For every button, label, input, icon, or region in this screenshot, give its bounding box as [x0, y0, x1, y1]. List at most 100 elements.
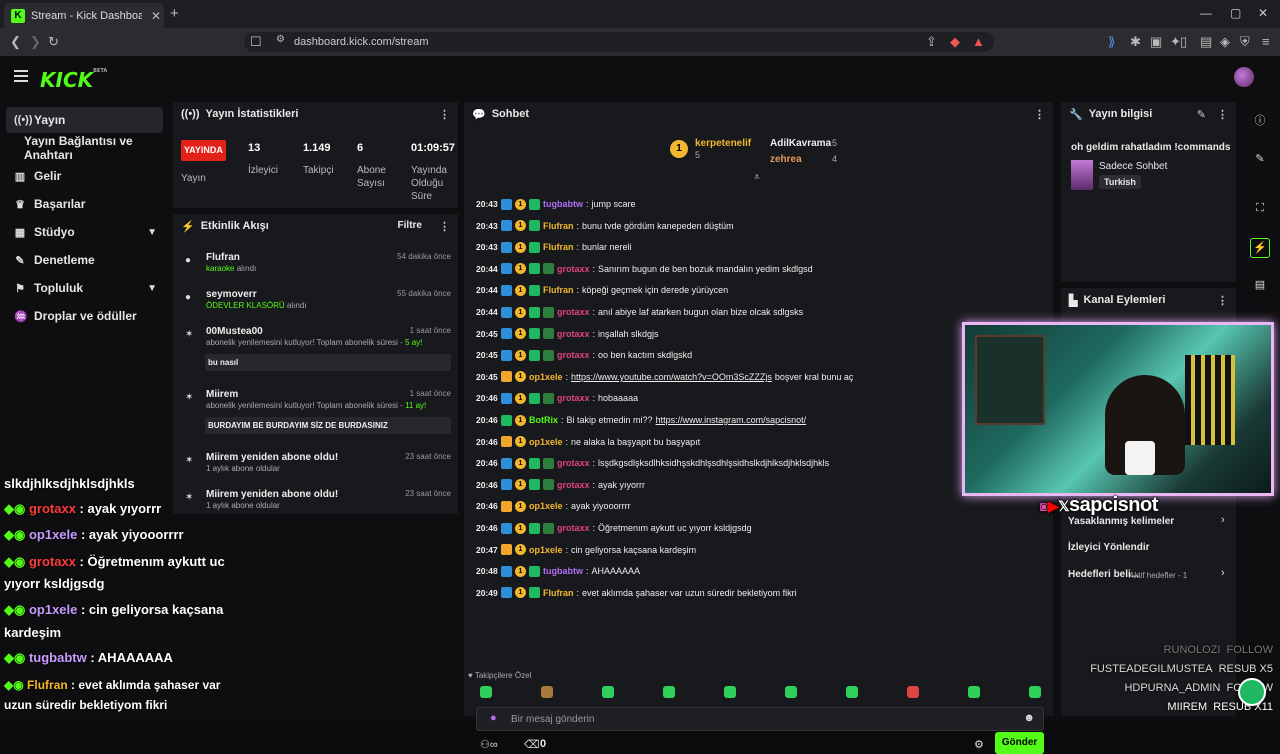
edit-icon[interactable]: ✎	[1197, 108, 1206, 121]
chat-input[interactable]: ● Bir mesaj gönderin ☻	[476, 707, 1044, 731]
window-close-icon[interactable]: ✕	[1258, 6, 1268, 20]
notes-icon[interactable]: ▤	[1250, 278, 1270, 298]
emote-icon[interactable]	[724, 686, 736, 698]
chat-message[interactable]: 20:44 1 Flufran: köpeği geçmek için derede …	[476, 282, 728, 298]
scroll-down-icon[interactable]: ⩡	[754, 172, 760, 183]
extensions-icon[interactable]: ✱	[1130, 34, 1141, 50]
nav-item-moderation[interactable]: ✎ Denetleme	[6, 247, 163, 273]
screenshot-icon[interactable]: ▣	[1150, 34, 1162, 50]
chat-message[interactable]: 20:44 1 grotaxx: anıl abiye laf atarken bug…	[476, 304, 803, 320]
more-options-icon[interactable]: ⋮	[1217, 108, 1228, 121]
chat-message[interactable]: 20:48 1 tugbabtw: AHAAAAAA	[476, 563, 640, 579]
wallet-icon[interactable]: ▤	[1200, 34, 1212, 50]
minimize-icon[interactable]: —	[1200, 6, 1212, 20]
chat-message[interactable]: 20:44 1 grotaxx: Sanırım bugun de ben bozuk…	[476, 261, 813, 277]
chat-message[interactable]: 20:46 1 BotRix: Bi takip etmedin mi?? https…	[476, 412, 806, 428]
url-field[interactable]: dashboard.kick.com/stream	[244, 32, 994, 52]
trash-icon[interactable]: ⌫	[524, 738, 540, 751]
more-options-icon[interactable]: ⋮	[1217, 294, 1228, 307]
shields-icon[interactable]: ⛨	[1240, 34, 1250, 50]
badge-icon	[501, 263, 512, 275]
site-info-icon[interactable]: ⚙	[276, 34, 285, 45]
chat-message[interactable]: 20:43 1 tugbabtw: jump scare	[476, 196, 636, 212]
hamburger-menu-icon[interactable]	[14, 70, 28, 82]
emote-icon[interactable]	[480, 686, 492, 698]
chat-message[interactable]: 20:49 1 Flufran: evet aklımda şahaser var u…	[476, 585, 797, 601]
close-tab-icon[interactable]: ✕	[148, 9, 164, 23]
more-options-icon[interactable]: ⋮	[439, 108, 450, 121]
reload-icon[interactable]: ↻	[48, 34, 59, 50]
nav-item-stream[interactable]: ((•)) Yayın	[6, 107, 163, 133]
more-options-icon[interactable]: ⋮	[439, 220, 450, 233]
emote-icon[interactable]	[663, 686, 675, 698]
browser-tab-bar: K Stream - Kick Dashboard ✕ + — ▢ ✕	[0, 0, 1280, 28]
fullscreen-icon[interactable]: ⛶	[1250, 202, 1270, 222]
chat-message[interactable]: 20:45 1 grotaxx: inşallah slkdgjs	[476, 326, 659, 342]
forward-icon[interactable]: ❯	[30, 34, 41, 50]
translate-icon[interactable]: ⟫	[1108, 34, 1115, 50]
nav-item-community[interactable]: ⚑ Topluluk ▼	[6, 275, 163, 301]
nav-item-studio[interactable]: ▦ Stüdyo ▼	[6, 219, 163, 245]
raid-item[interactable]: İzleyici Yönlendir	[1068, 542, 1150, 553]
browser-tab[interactable]: K Stream - Kick Dashboard ✕	[4, 3, 164, 28]
chat-message[interactable]: 20:46 1 op1xele: ayak yiyooorrrr	[476, 498, 631, 514]
chat-message[interactable]: 20:46 1 grotaxx: lsşdkgsdlşksdlhksidhşskdhl…	[476, 455, 829, 471]
emote-icon[interactable]	[907, 686, 919, 698]
pen-icon[interactable]: ✎	[1250, 152, 1270, 172]
back-icon[interactable]: ❮	[10, 34, 21, 50]
vpn-icon[interactable]: ◈	[1220, 34, 1230, 50]
url-text: dashboard.kick.com/stream	[294, 36, 429, 48]
chat-message[interactable]: 20:46 1 op1xele: ne alaka la başyapıt bu ba…	[476, 434, 700, 450]
chat-message[interactable]: 20:45 1 op1xele: https://www.youtube.com/wa…	[476, 369, 853, 385]
emote-icon[interactable]	[1029, 686, 1041, 698]
more-options-icon[interactable]: ⋮	[1034, 108, 1045, 121]
chat-message[interactable]: 20:46 1 grotaxx: Öğretmenım aykutt uc yıyor…	[476, 520, 752, 536]
event-item: FUSTEADEGILMUSTEA RESUB X5	[1090, 663, 1273, 675]
kick-logo[interactable]: KICKBETA	[40, 68, 107, 92]
chat-message[interactable]: 20:45 1 grotaxx: oo ben kactım skdlgskd	[476, 347, 692, 363]
chat-message[interactable]: 20:43 1 Flufran: bunu tvde gördüm kanepeden…	[476, 218, 734, 234]
nav-item-drops[interactable]: ♒ Droplar ve ödüller	[6, 303, 163, 329]
browser-menu-icon[interactable]: ≡	[1262, 34, 1270, 49]
nav-item-revenue[interactable]: ▥ Gelir	[6, 163, 163, 189]
quick-actions-icon[interactable]: ⚡	[1250, 238, 1270, 258]
nav-item-achievements[interactable]: ♛ Başarılar	[6, 191, 163, 217]
chat-settings-icon[interactable]: ⚙	[974, 738, 984, 751]
rank-badge-icon: 1	[515, 436, 526, 448]
send-button[interactable]: Gönder	[995, 732, 1044, 754]
bookmark-icon[interactable]: ☐	[250, 34, 262, 50]
emote-icon[interactable]	[602, 686, 614, 698]
leaderboard-user[interactable]: AdilKavrama	[770, 138, 831, 149]
overlay-chat-line: ◆◉ grotaxx : ayak yıyorrr	[4, 498, 161, 519]
mic-icon[interactable]: ●	[490, 712, 497, 724]
message-text: Bi takip etmedin mi??	[566, 415, 653, 425]
emoji-icon[interactable]: ☻	[1023, 712, 1035, 724]
message-user: op1xele	[529, 371, 563, 382]
whatsapp-icon	[1238, 678, 1266, 706]
info-icon[interactable]: ⓘ	[1250, 112, 1270, 132]
stats-header: ((•)) Yayın İstatistikleri	[181, 108, 299, 120]
chat-message[interactable]: 20:47 1 op1xele: cin geliyorsa kaçsana kard…	[476, 542, 696, 558]
user-avatar[interactable]	[1234, 67, 1254, 87]
chat-message[interactable]: 20:46 1 grotaxx: ayak yıyorrr	[476, 477, 645, 493]
emote-icon[interactable]	[968, 686, 980, 698]
brave-rewards-icon[interactable]: ▲	[972, 34, 985, 49]
users-icon[interactable]: ⚇∞	[480, 738, 498, 751]
new-tab-icon[interactable]: +	[170, 5, 179, 22]
message-text: köpeği geçmek için derede yürüycen	[582, 285, 729, 296]
leaderboard-user[interactable]: kerpetenelif	[695, 138, 751, 149]
filter-button[interactable]: Filtre	[398, 220, 422, 231]
sidebar-toggle-icon[interactable]: ▯	[1180, 34, 1187, 50]
nav-item-stream-key[interactable]: Yayın Bağlantısı ve Anahtarı	[6, 134, 163, 162]
emote-icon[interactable]	[846, 686, 858, 698]
emote-icon[interactable]	[785, 686, 797, 698]
share-icon[interactable]: ⇪	[926, 34, 937, 50]
banned-words-item[interactable]: Yasaklanmış kelimeler	[1068, 516, 1174, 527]
chat-message[interactable]: 20:43 1 Flufran: bunlar nereli	[476, 239, 632, 255]
leaderboard-user[interactable]: zehrea	[770, 154, 802, 165]
maximize-icon[interactable]: ▢	[1230, 6, 1241, 20]
subs-value: 6	[357, 142, 364, 154]
chat-message[interactable]: 20:46 1 grotaxx: hobaaaaa	[476, 390, 638, 406]
emote-icon[interactable]	[541, 686, 553, 698]
brave-shield-icon[interactable]: ◆	[950, 34, 960, 50]
